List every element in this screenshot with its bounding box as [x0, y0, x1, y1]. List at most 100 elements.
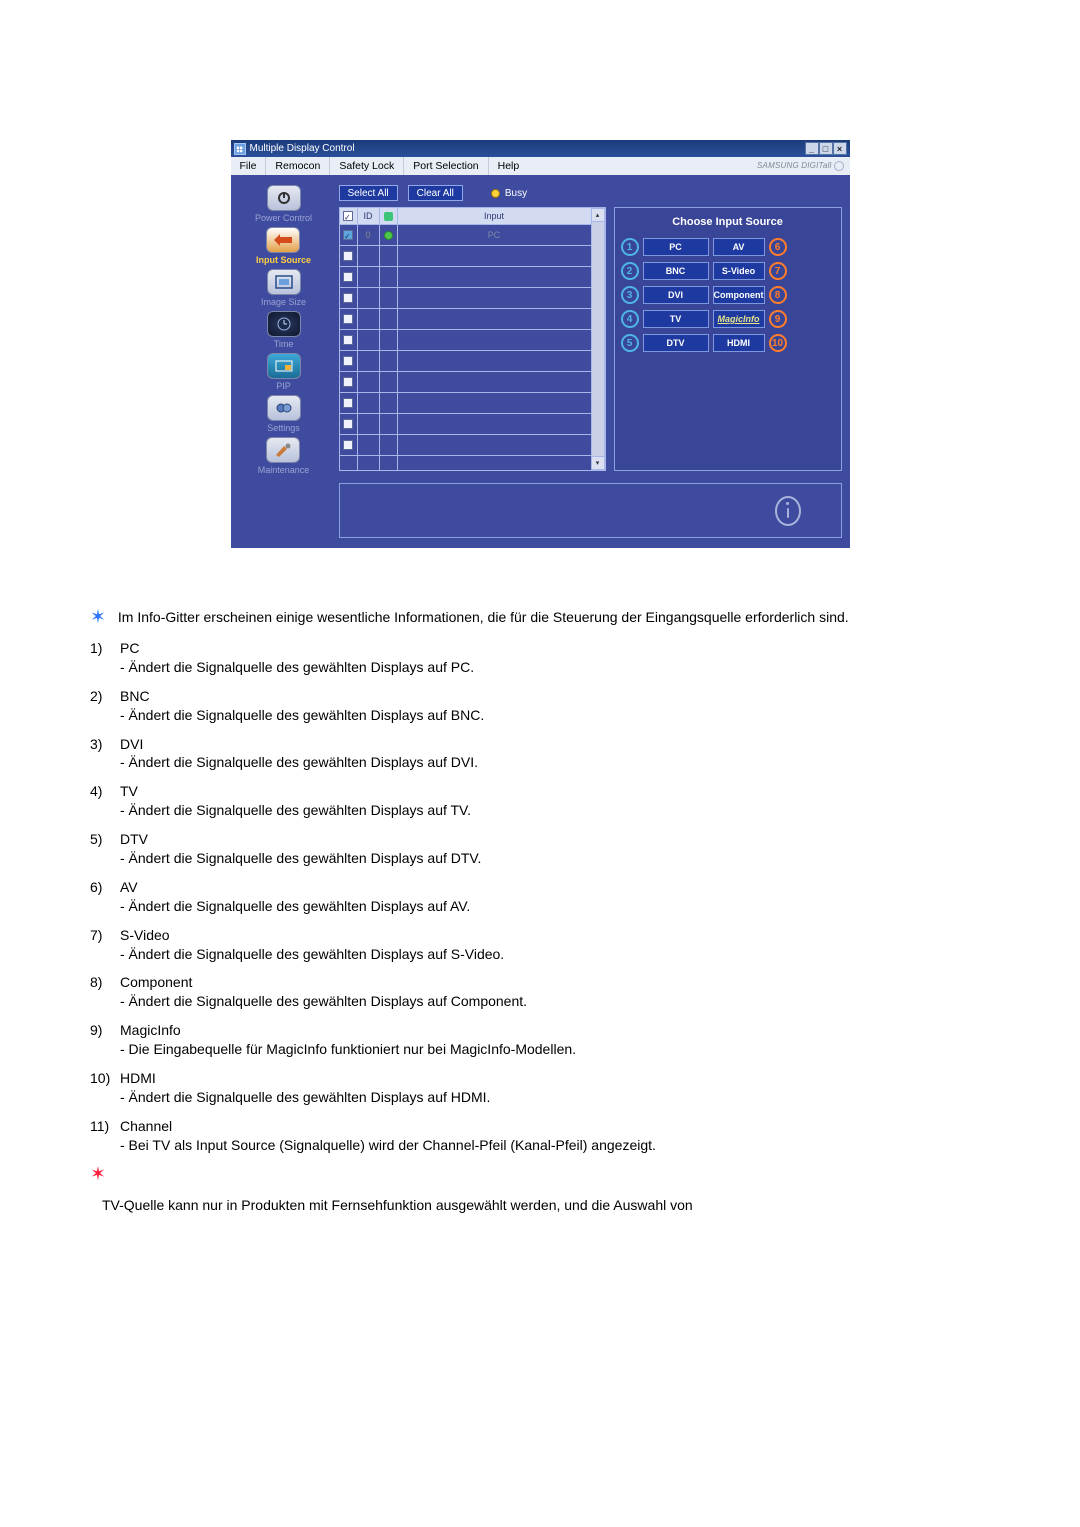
menu-file[interactable]: File	[231, 157, 267, 175]
grid-header-status[interactable]	[380, 208, 398, 224]
table-row[interactable]	[340, 392, 592, 413]
list-title: S-Video	[120, 926, 990, 945]
grid-header-id[interactable]: ID	[358, 208, 380, 224]
table-row[interactable]: 0 PC	[340, 224, 592, 245]
row-checkbox[interactable]	[343, 377, 353, 387]
grid-header-check[interactable]	[340, 208, 358, 224]
row-checkbox[interactable]	[343, 293, 353, 303]
list-title: TV	[120, 782, 990, 801]
row-input: PC	[398, 225, 592, 245]
final-note: TV-Quelle kann nur in Produkten mit Fern…	[90, 1196, 990, 1215]
list-desc: - Ändert die Signalquelle des gewählten …	[120, 801, 990, 820]
row-checkbox[interactable]	[343, 272, 353, 282]
time-icon	[267, 311, 301, 337]
status-led-icon	[384, 231, 393, 240]
source-magicinfo-button[interactable]: MagicInfo	[713, 310, 765, 328]
list-desc: - Ändert die Signalquelle des gewählten …	[120, 706, 990, 725]
row-checkbox[interactable]	[343, 251, 353, 261]
minimize-button[interactable]: _	[805, 142, 819, 155]
source-dtv-button[interactable]: DTV	[643, 334, 709, 352]
table-row[interactable]	[340, 455, 592, 470]
intro-text: Im Info-Gitter erscheinen einige wesentl…	[118, 608, 990, 627]
source-av-button[interactable]: AV	[713, 238, 765, 256]
center-area: Select All Clear All Busy	[339, 185, 842, 538]
table-row[interactable]	[340, 329, 592, 350]
menu-port-selection[interactable]: Port Selection	[404, 157, 488, 175]
list-title: Component	[120, 973, 990, 992]
row-id: 0	[358, 225, 380, 245]
menu-safety-lock[interactable]: Safety Lock	[330, 157, 404, 175]
list-number: 11)	[90, 1117, 120, 1155]
sidebar-item-pip[interactable]: PIP	[267, 353, 301, 391]
image-size-icon	[267, 269, 301, 295]
list-desc: - Ändert die Signalquelle des gewählten …	[120, 945, 990, 964]
window-title: Multiple Display Control	[250, 143, 355, 154]
scroll-up-icon[interactable]: ▴	[592, 209, 604, 222]
list-desc: - Ändert die Signalquelle des gewählten …	[120, 753, 990, 772]
sidebar-item-label: Power Control	[255, 213, 312, 223]
brand-label: SAMSUNG DIGITall	[757, 161, 843, 171]
callout-2: 2	[621, 262, 639, 280]
star-icon: ✶	[90, 1165, 106, 1184]
footer-bar	[339, 483, 842, 538]
table-row[interactable]	[340, 308, 592, 329]
maintenance-icon	[266, 437, 300, 463]
row-checkbox[interactable]	[343, 398, 353, 408]
sidebar-item-label: Input Source	[256, 255, 311, 265]
source-tv-button[interactable]: TV	[643, 310, 709, 328]
busy-dot-icon	[491, 189, 500, 198]
grid-header-input[interactable]: Input	[398, 208, 592, 224]
toolbar: Select All Clear All Busy	[339, 185, 842, 201]
settings-icon	[267, 395, 301, 421]
scroll-down-icon[interactable]: ▾	[592, 456, 604, 469]
row-checkbox[interactable]	[343, 419, 353, 429]
source-component-button[interactable]: Component	[713, 286, 765, 304]
list-number: 4)	[90, 782, 120, 820]
menu-help[interactable]: Help	[489, 157, 529, 175]
table-row[interactable]	[340, 287, 592, 308]
maximize-button[interactable]: □	[819, 142, 833, 155]
source-svideo-button[interactable]: S-Video	[713, 262, 765, 280]
callout-8: 8	[769, 286, 787, 304]
sidebar-item-input-source[interactable]: Input Source	[256, 227, 311, 265]
input-source-icon	[266, 227, 300, 253]
list-desc: - Ändert die Signalquelle des gewählten …	[120, 1088, 990, 1107]
grid-scrollbar[interactable]: ▴ ▾	[592, 208, 605, 470]
sidebar-item-settings[interactable]: Settings	[267, 395, 301, 433]
callout-10: 10	[769, 334, 787, 352]
sidebar-item-power-control[interactable]: Power Control	[255, 185, 312, 223]
row-checkbox[interactable]	[343, 314, 353, 324]
select-all-button[interactable]: Select All	[339, 185, 398, 201]
table-row[interactable]	[340, 434, 592, 455]
clear-all-button[interactable]: Clear All	[408, 185, 463, 201]
row-checkbox[interactable]	[343, 230, 353, 240]
callout-7: 7	[769, 262, 787, 280]
list-desc: - Ändert die Signalquelle des gewählten …	[120, 658, 990, 677]
list-number: 5)	[90, 830, 120, 868]
callout-5: 5	[621, 334, 639, 352]
list-number: 2)	[90, 687, 120, 725]
sidebar-item-maintenance[interactable]: Maintenance	[258, 437, 310, 475]
table-row[interactable]	[340, 245, 592, 266]
list-desc: - Ändert die Signalquelle des gewählten …	[120, 849, 990, 868]
table-row[interactable]	[340, 371, 592, 392]
sidebar-item-image-size[interactable]: Image Size	[261, 269, 306, 307]
table-row[interactable]	[340, 413, 592, 434]
list-title: DTV	[120, 830, 990, 849]
source-pc-button[interactable]: PC	[643, 238, 709, 256]
panel-title: Choose Input Source	[615, 208, 841, 238]
menu-remocon[interactable]: Remocon	[266, 157, 330, 175]
close-button[interactable]: ×	[833, 142, 847, 155]
sidebar-item-time[interactable]: Time	[267, 311, 301, 349]
source-bnc-button[interactable]: BNC	[643, 262, 709, 280]
row-checkbox[interactable]	[343, 440, 353, 450]
table-row[interactable]	[340, 350, 592, 371]
sidebar-item-label: Settings	[267, 423, 300, 433]
source-dvi-button[interactable]: DVI	[643, 286, 709, 304]
app-icon	[234, 143, 246, 155]
list-title: PC	[120, 639, 990, 658]
row-checkbox[interactable]	[343, 356, 353, 366]
table-row[interactable]	[340, 266, 592, 287]
source-hdmi-button[interactable]: HDMI	[713, 334, 765, 352]
row-checkbox[interactable]	[343, 335, 353, 345]
